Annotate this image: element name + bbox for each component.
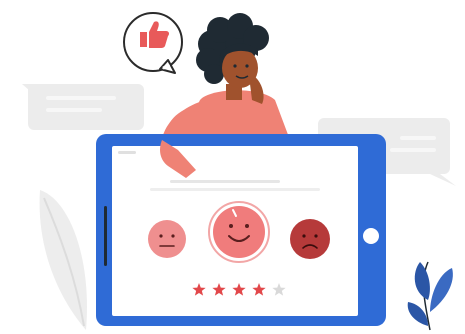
leaf-icon — [407, 261, 453, 331]
emoji-happy-option[interactable] — [208, 201, 270, 263]
feedback-illustration — [0, 0, 465, 334]
leaf-icon — [39, 190, 87, 330]
emoji-unhappy-option[interactable] — [290, 219, 330, 259]
emoji-neutral-option[interactable] — [148, 220, 186, 258]
background-chat-bubble-left — [22, 84, 144, 130]
thumbs-up-speech-bubble — [123, 12, 183, 74]
